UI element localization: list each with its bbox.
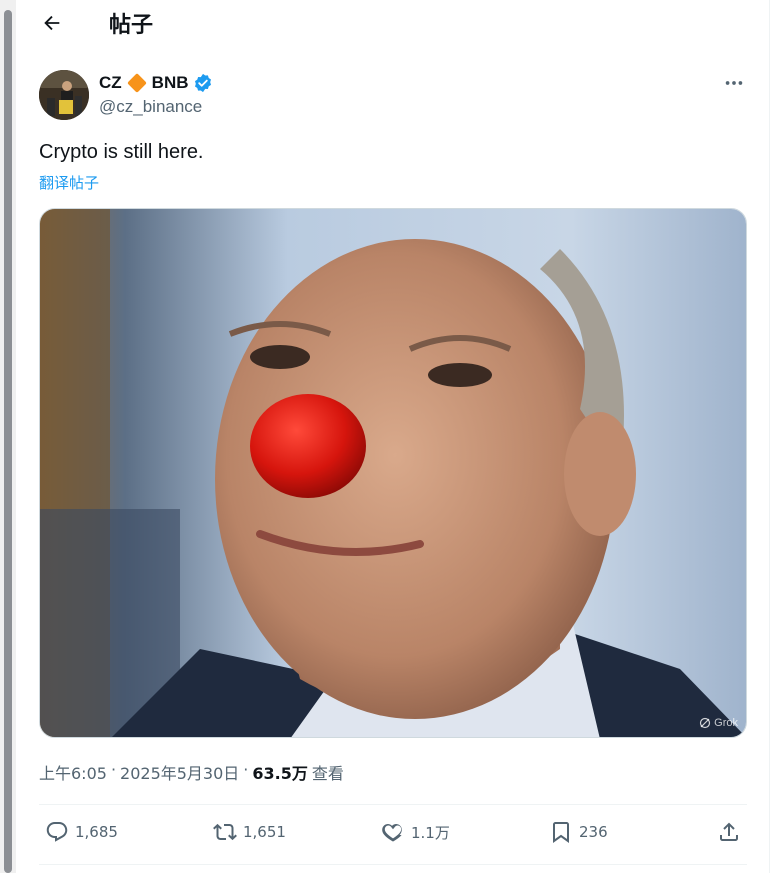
repost-button[interactable]: 1,651	[213, 820, 286, 844]
scrollbar-thumb[interactable]	[4, 10, 12, 873]
bnb-diamond-icon	[127, 73, 146, 93]
post-photo	[40, 209, 746, 737]
views-count: 63.5万	[252, 764, 308, 783]
reply-count: 1,685	[75, 823, 118, 841]
grok-watermark-text: Grok	[714, 717, 738, 729]
reply-icon	[46, 822, 68, 842]
author-name[interactable]: CZ	[99, 73, 122, 93]
more-horizontal-icon	[725, 81, 743, 85]
repost-count: 1,651	[243, 823, 286, 841]
divider	[39, 804, 747, 805]
avatar-photo	[39, 70, 89, 120]
share-icon	[720, 822, 738, 841]
grok-watermark: Grok	[699, 717, 738, 729]
views-label: 查看	[311, 764, 344, 783]
post-text: Crypto is still here.	[39, 141, 204, 163]
avatar[interactable]	[39, 70, 89, 120]
more-options-button[interactable]	[717, 68, 751, 98]
repost-icon	[213, 823, 237, 841]
bookmark-count: 236	[579, 823, 608, 841]
heart-icon	[382, 823, 402, 842]
post-column: 帖子 CZ BNB @cz_binance Crypto is still he…	[17, 0, 770, 873]
reply-button[interactable]: 1,685	[45, 820, 118, 844]
translate-post-link[interactable]: 翻译帖子	[39, 172, 99, 193]
back-button[interactable]	[37, 8, 67, 38]
grok-logo-icon	[700, 717, 711, 729]
scrollbar-track[interactable]	[0, 0, 16, 873]
arrow-left-icon	[44, 15, 60, 31]
bookmark-icon	[553, 822, 569, 843]
author-handle[interactable]: @cz_binance	[99, 97, 202, 117]
like-count: 1.1万	[411, 823, 450, 842]
page-header: 帖子	[17, 0, 769, 44]
post-image[interactable]: Grok	[39, 208, 747, 738]
share-button[interactable]	[717, 820, 741, 844]
post-meta: 上午6:05 · 2025年5月30日 · 63.5万 查看	[39, 760, 344, 784]
post-date[interactable]: 2025年5月30日	[120, 760, 239, 784]
divider	[39, 864, 747, 865]
page-title: 帖子	[109, 13, 154, 38]
author-badge-name[interactable]: BNB	[152, 73, 189, 93]
bookmark-button[interactable]: 236	[549, 820, 608, 844]
like-button[interactable]: 1.1万	[381, 820, 450, 844]
post-time[interactable]: 上午6:05	[39, 760, 107, 784]
meta-separator: ·	[110, 760, 117, 779]
author-line[interactable]: CZ BNB	[99, 72, 213, 94]
verified-badge-icon	[194, 73, 211, 93]
meta-separator: ·	[243, 760, 249, 779]
